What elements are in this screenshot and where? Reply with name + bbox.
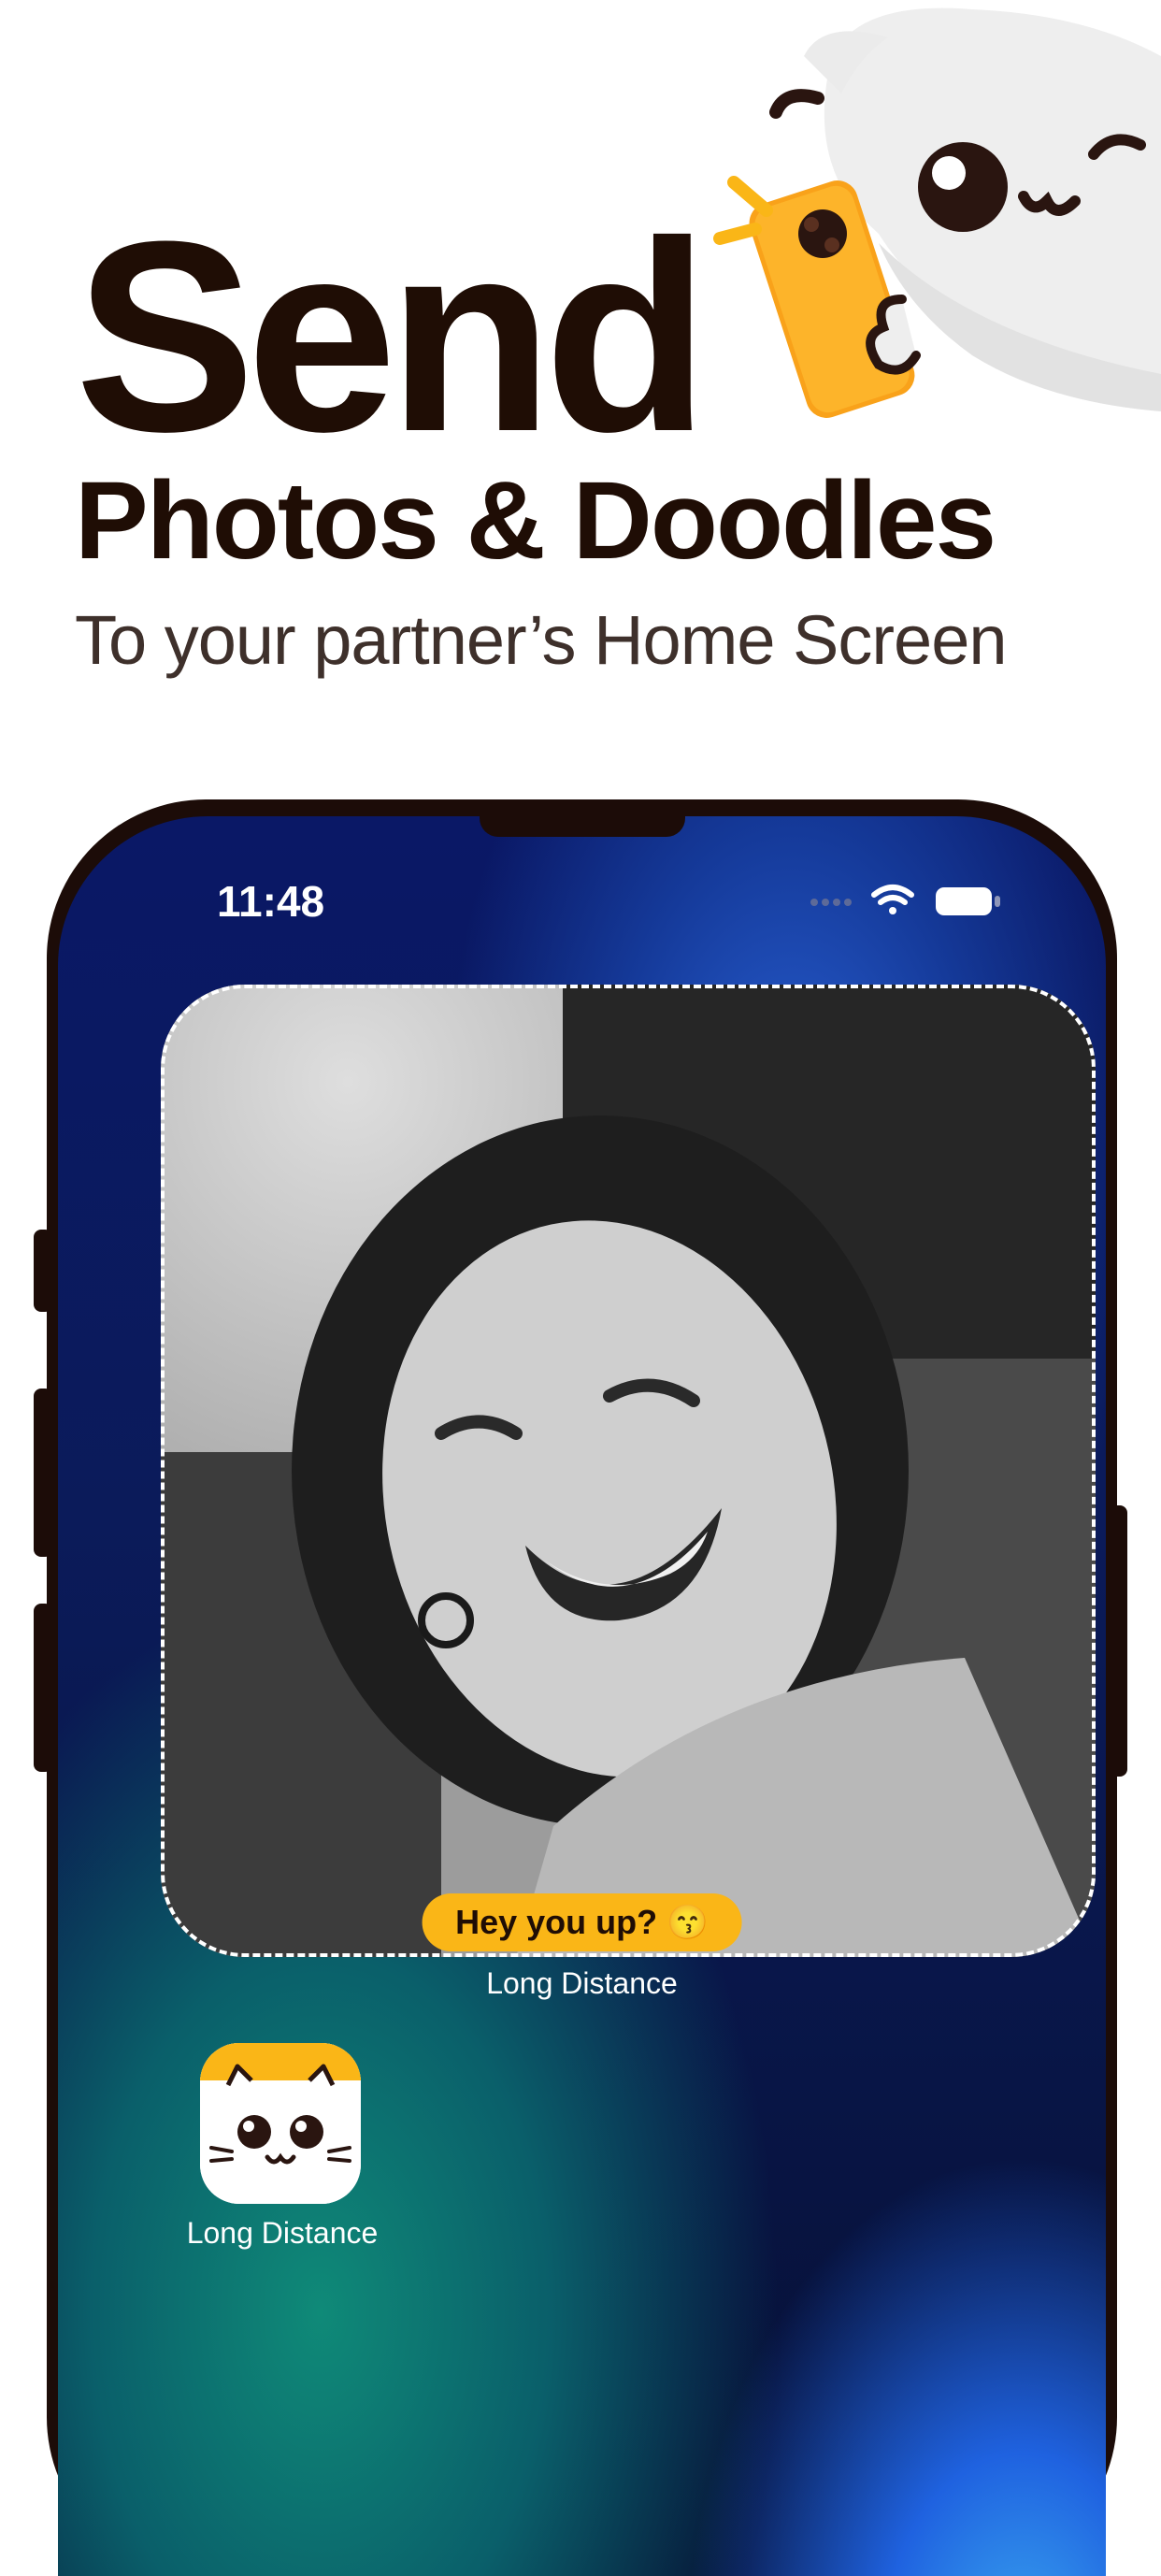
widget-label: Long Distance bbox=[486, 1966, 678, 2000]
message-bubble: Hey you up? 😙 bbox=[422, 1893, 742, 1951]
cat-mascot-illustration bbox=[713, 7, 1161, 418]
app-label: Long Distance bbox=[186, 2216, 379, 2250]
status-time: 11:48 bbox=[217, 877, 325, 926]
status-icons bbox=[810, 885, 1000, 915]
widget-dashed-outline bbox=[161, 985, 1096, 1957]
wifi-icon bbox=[871, 885, 914, 914]
phone-frame: 11:48 Hey you up? 😙 Long Distance Long D… bbox=[47, 799, 1117, 2576]
headline-send: Send bbox=[75, 185, 710, 488]
cat-face-icon bbox=[200, 2043, 361, 2204]
home-screen: 11:48 Hey you up? 😙 Long Distance Long D… bbox=[58, 816, 1106, 2576]
headline-photos-doodles: Photos & Doodles bbox=[75, 459, 996, 583]
headline-subtitle: To your partner’s Home Screen bbox=[75, 601, 1008, 679]
battery-icon bbox=[936, 887, 1000, 915]
signal-icon bbox=[810, 899, 852, 906]
phone-notch bbox=[479, 816, 685, 837]
long-distance-app-icon[interactable] bbox=[200, 2043, 361, 2204]
